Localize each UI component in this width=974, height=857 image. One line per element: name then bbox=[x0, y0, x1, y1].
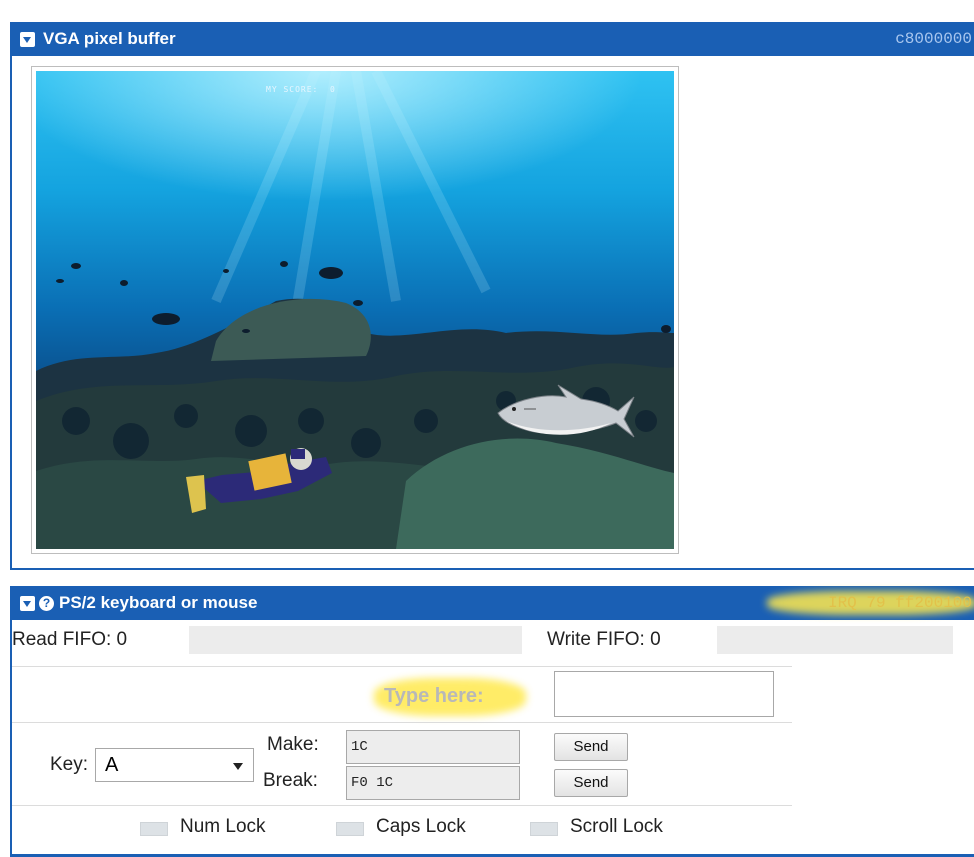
help-icon[interactable]: ? bbox=[39, 596, 54, 611]
vga-titlebar: VGA pixel buffer c8000000 bbox=[12, 22, 974, 56]
write-fifo-label: Write FIFO: 0 bbox=[547, 629, 661, 650]
key-select[interactable]: A bbox=[95, 748, 254, 782]
collapse-icon[interactable] bbox=[20, 32, 35, 47]
caps-lock-led bbox=[336, 822, 364, 836]
read-fifo-bar bbox=[189, 626, 522, 654]
write-fifo-bar bbox=[717, 626, 953, 654]
irq-address: IRQ 79 ff200100 bbox=[827, 594, 972, 612]
break-code-field[interactable]: F0 1C bbox=[346, 766, 520, 800]
ps2-title: PS/2 keyboard or mouse bbox=[59, 593, 258, 612]
send-break-button[interactable]: Send bbox=[554, 769, 628, 797]
scroll-lock-led bbox=[530, 822, 558, 836]
divider bbox=[12, 805, 792, 806]
divider bbox=[12, 666, 792, 667]
vga-pixel-buffer-panel: VGA pixel buffer c8000000 MY SCORE: 0 bbox=[10, 22, 974, 570]
num-lock-label: Num Lock bbox=[180, 816, 266, 837]
num-lock-led bbox=[140, 822, 168, 836]
make-label: Make: bbox=[267, 734, 319, 755]
key-label: Key: bbox=[50, 754, 89, 775]
caps-lock-label: Caps Lock bbox=[376, 816, 466, 837]
dropdown-arrow-icon bbox=[233, 763, 243, 770]
make-code-field[interactable]: 1C bbox=[346, 730, 520, 764]
type-here-input[interactable] bbox=[554, 671, 774, 717]
ps2-titlebar: ? PS/2 keyboard or mouse IRQ 79 ff200100 bbox=[12, 586, 974, 620]
score-text: MY SCORE: 0 bbox=[266, 85, 336, 94]
break-label: Break: bbox=[263, 770, 318, 791]
key-select-value: A bbox=[105, 754, 119, 776]
vga-title: VGA pixel buffer bbox=[43, 29, 176, 48]
collapse-icon[interactable] bbox=[20, 596, 35, 611]
type-here-label: Type here: bbox=[384, 685, 484, 707]
send-make-button[interactable]: Send bbox=[554, 733, 628, 761]
vga-screen-frame: MY SCORE: 0 bbox=[31, 66, 679, 554]
read-fifo-label: Read FIFO: 0 bbox=[12, 629, 128, 650]
vga-screen[interactable]: MY SCORE: 0 bbox=[36, 71, 674, 549]
scroll-lock-label: Scroll Lock bbox=[570, 816, 663, 837]
vga-address: c8000000 bbox=[895, 30, 972, 48]
ps2-panel: ? PS/2 keyboard or mouse IRQ 79 ff200100… bbox=[10, 586, 974, 857]
underwater-scene bbox=[36, 71, 674, 549]
divider bbox=[12, 722, 792, 723]
